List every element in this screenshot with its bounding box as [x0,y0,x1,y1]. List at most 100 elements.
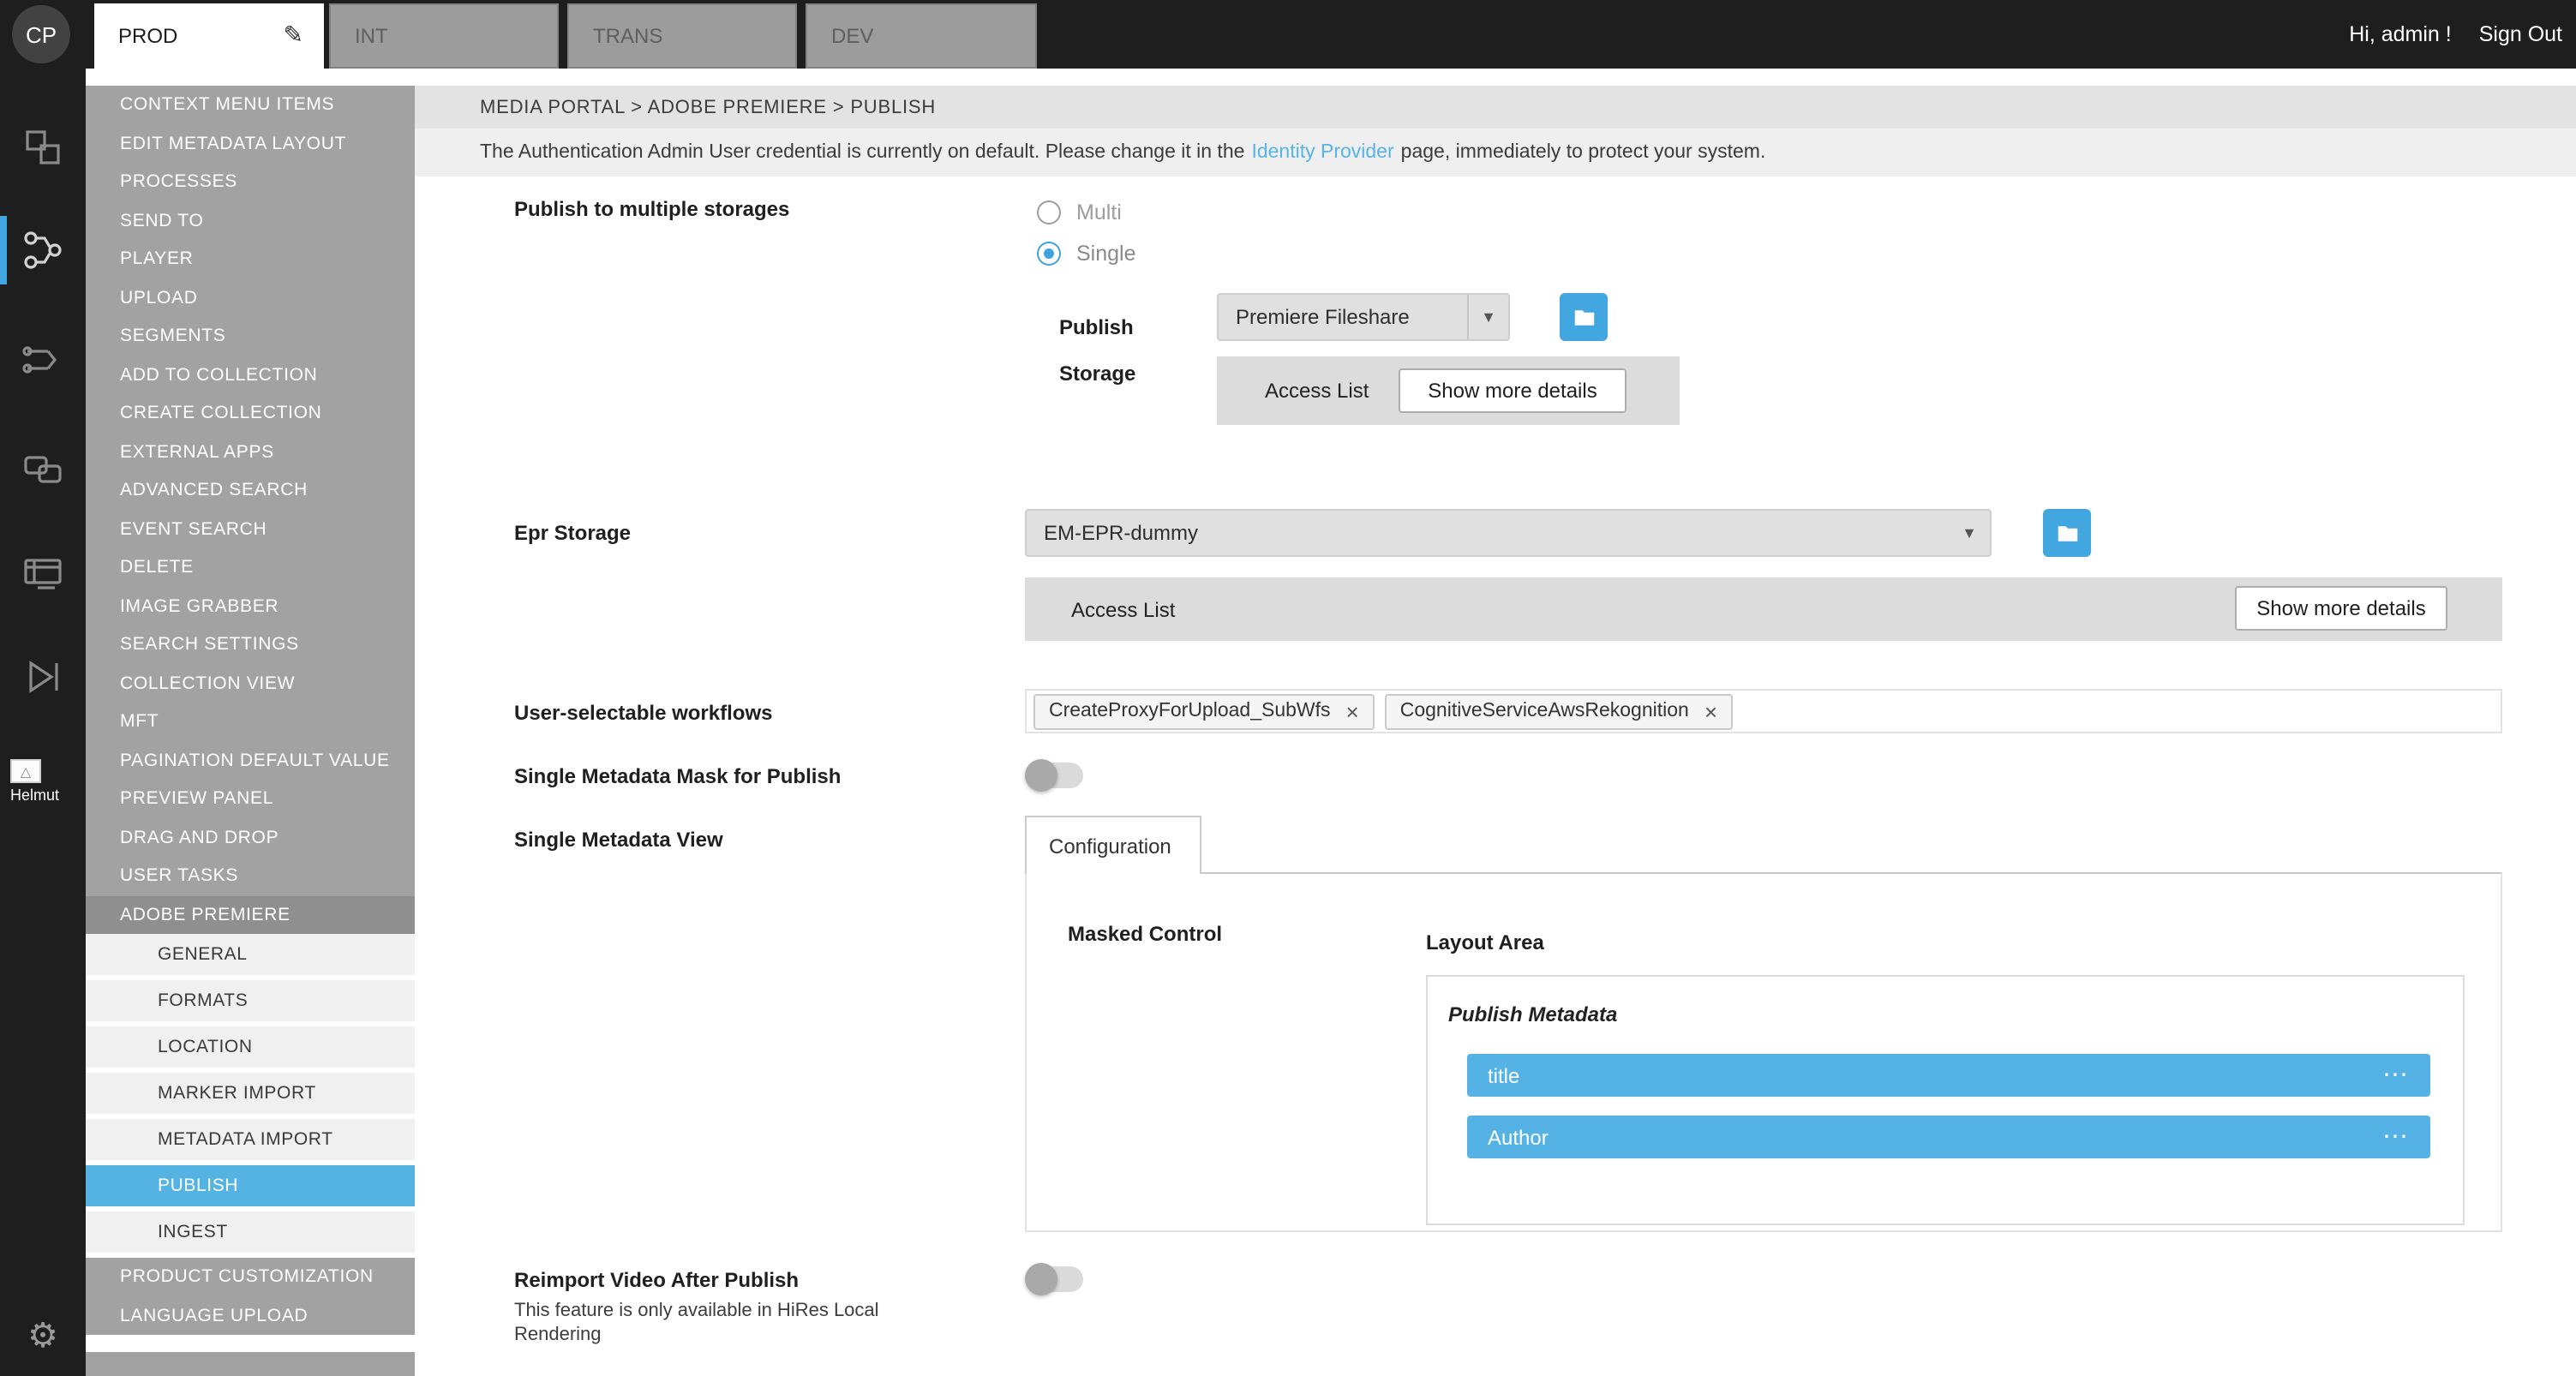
app-logo: CP [12,5,70,63]
sidebar-item-mft[interactable]: MFT [86,703,415,741]
sidebar-item-create-collection[interactable]: CREATE COLLECTION [86,394,415,433]
sidebar-item-send-to[interactable]: SEND TO [86,201,415,240]
publish-multiple-storages-label: Publish to multiple storages [514,197,789,221]
tab-configuration[interactable]: Configuration [1025,816,1201,874]
sidebar-item-add-to-collection[interactable]: ADD TO COLLECTION [86,356,415,394]
sidebar-item-partial [86,1352,415,1376]
sidebar-section-adobe-premiere[interactable]: ADOBE PREMIERE [86,895,415,934]
sidebar-item-context-menu-items[interactable]: CONTEXT MENU ITEMS [86,86,415,124]
show-more-details-button[interactable]: Show more details [1399,368,1626,413]
publish-storage-access-box: Access List Show more details [1217,356,1680,425]
epr-storage-label: Epr Storage [514,521,631,545]
masked-control-label: Masked Control [1068,922,1222,946]
sidebar-item-language-upload[interactable]: LANGUAGE UPLOAD [86,1296,415,1335]
icon-rail: △ Helmut ⚙ [0,69,86,1376]
sidebar-item-delete[interactable]: DELETE [86,548,415,587]
toggle-knob [1025,1263,1057,1295]
publish-storage-select[interactable]: Premiere Fileshare ▼ [1217,293,1510,341]
sidebar-item-user-tasks[interactable]: USER TASKS [86,857,415,895]
auth-warning-banner: The Authentication Admin User credential… [415,129,2576,176]
sidebar-item-marker-import[interactable]: MARKER IMPORT [86,1073,415,1114]
remove-tag-icon[interactable]: × [1704,698,1717,724]
remove-tag-icon[interactable]: × [1346,698,1359,724]
access-list-label: Access List [1071,598,1175,622]
main-content: MEDIA PORTAL > ADOBE PREMIERE > PUBLISH … [415,69,2576,1376]
sidebar-item-player[interactable]: PLAYER [86,240,415,278]
sidebar-item-processes[interactable]: PROCESSES [86,163,415,201]
workflow-tags-field[interactable]: CreateProxyForUpload_SubWfs × CognitiveS… [1025,689,2502,733]
sidebar-item-pagination-default-value[interactable]: PAGINATION DEFAULT VALUE [86,741,415,780]
radio-single[interactable]: Single [1037,242,1136,266]
tab-dev[interactable]: DEV [806,3,1037,69]
epr-storage-value: EM-EPR-dummy [1044,521,1198,545]
tab-int-label: INT [355,24,388,48]
reimport-help-text: This feature is only available in HiRes … [514,1299,919,1347]
routing-icon[interactable] [21,336,65,384]
publish-storage-value: Premiere Fileshare [1236,305,1410,329]
publish-storage-browse-button[interactable] [1560,293,1608,341]
gear-icon[interactable]: ⚙ [21,1311,65,1359]
topbar: CP PROD ✎ INT TRANS DEV Hi, admin ! Sign… [0,0,2576,69]
workflow-tag-label: CognitiveServiceAwsRekognition [1400,701,1689,721]
sidebar-item-metadata-import[interactable]: METADATA IMPORT [86,1119,415,1160]
more-options-icon[interactable]: ⋯ [2382,1067,2410,1084]
workflow-tag[interactable]: CreateProxyForUpload_SubWfs × [1033,693,1375,729]
breadcrumb: MEDIA PORTAL > ADOBE PREMIERE > PUBLISH [415,86,2576,129]
show-more-details-button[interactable]: Show more details [2235,586,2447,631]
sidebar-item-external-apps[interactable]: EXTERNAL APPS [86,433,415,471]
warning-text-post: page, immediately to protect your system… [1401,142,1766,163]
helmut-logo: △ Helmut [10,759,59,804]
sidebar-item-drag-and-drop[interactable]: DRAG AND DROP [86,818,415,857]
access-list-label: Access List [1265,379,1369,403]
metadata-field-title[interactable]: title ⋯ [1467,1054,2430,1097]
collaboration-icon[interactable] [21,444,65,492]
epr-storage-access-bar: Access List Show more details [1025,577,2502,641]
helmut-label: Helmut [10,787,59,804]
sidebar-item-location[interactable]: LOCATION [86,1026,415,1068]
radio-single-circle-icon [1037,242,1061,266]
sidebar-gap [86,1335,415,1352]
sidebar-item-edit-metadata-layout[interactable]: EDIT METADATA LAYOUT [86,124,415,163]
app-window: CP PROD ✎ INT TRANS DEV Hi, admin ! Sign… [0,0,2576,1376]
reimport-video-toggle[interactable] [1028,1266,1083,1292]
sidebar-item-event-search[interactable]: EVENT SEARCH [86,510,415,548]
single-metadata-mask-label: Single Metadata Mask for Publish [514,764,841,788]
sidebar-item-upload[interactable]: UPLOAD [86,278,415,317]
more-options-icon[interactable]: ⋯ [2382,1128,2410,1146]
single-metadata-view-label: Single Metadata View [514,828,723,852]
sidebar-item-preview-panel[interactable]: PREVIEW PANEL [86,780,415,818]
media-processing-icon[interactable] [21,550,65,598]
sidebar-item-advanced-search[interactable]: ADVANCED SEARCH [86,471,415,510]
sidebar-item-formats[interactable]: FORMATS [86,980,415,1021]
layout-area-box: Publish Metadata title ⋯ Author ⋯ [1426,975,2465,1225]
assets-icon[interactable] [21,123,65,171]
sidebar-item-publish[interactable]: PUBLISH [86,1165,415,1206]
metadata-field-label: title [1488,1063,1519,1087]
epr-storage-select[interactable]: EM-EPR-dummy ▼ [1025,509,1992,557]
workflow-tag[interactable]: CognitiveServiceAwsRekognition × [1385,693,1733,729]
sidebar-item-general[interactable]: GENERAL [86,934,415,975]
workflows-icon[interactable] [21,226,65,274]
radio-multi-label: Multi [1076,200,1122,224]
sign-out-link[interactable]: Sign Out [2479,22,2562,46]
tab-int[interactable]: INT [329,3,559,69]
radio-multi[interactable]: Multi [1037,200,1122,224]
tab-trans[interactable]: TRANS [567,3,797,69]
metadata-field-author[interactable]: Author ⋯ [1467,1116,2430,1158]
sidebar-item-collection-view[interactable]: COLLECTION VIEW [86,664,415,703]
warning-text-pre: The Authentication Admin User credential… [480,142,1244,163]
single-metadata-mask-toggle[interactable] [1028,763,1083,788]
sidebar-item-ingest[interactable]: INGEST [86,1211,415,1253]
epr-storage-browse-button[interactable] [2043,509,2091,557]
sidebar-item-search-settings[interactable]: SEARCH SETTINGS [86,625,415,664]
chevron-down-icon[interactable]: ▼ [1467,295,1508,339]
export-icon[interactable] [21,653,65,701]
sidebar-nav: CONTEXT MENU ITEMS EDIT METADATA LAYOUT … [86,86,415,1376]
chevron-down-icon[interactable]: ▼ [1949,511,1990,555]
identity-provider-link[interactable]: Identity Provider [1251,142,1393,163]
sidebar-item-image-grabber[interactable]: IMAGE GRABBER [86,587,415,625]
user-greeting: Hi, admin ! [2349,22,2452,46]
tab-prod[interactable]: PROD ✎ [94,3,324,69]
sidebar-item-segments[interactable]: SEGMENTS [86,317,415,356]
sidebar-item-product-customization[interactable]: PRODUCT CUSTOMIZATION [86,1258,415,1296]
